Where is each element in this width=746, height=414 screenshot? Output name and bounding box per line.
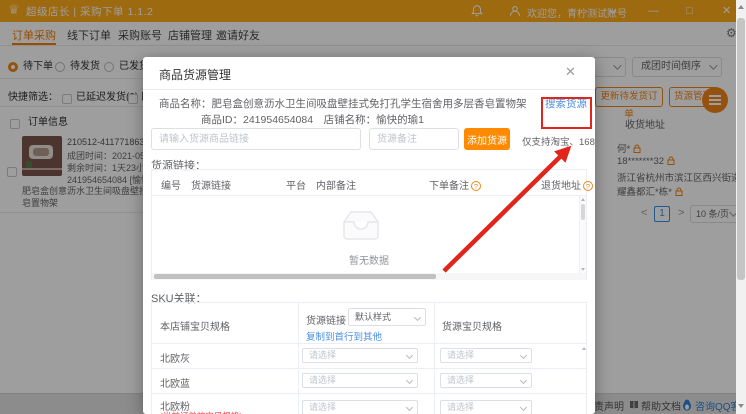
source-table: 编号 货源链接 平台 内部备注 下单备注? 退货地址? 暂无数据 (151, 169, 587, 280)
sku-source-select[interactable]: 请选择 (302, 400, 418, 414)
sku-source-select[interactable]: 请选择 (302, 348, 418, 363)
sku-col-source-link: 货源链接 (306, 312, 346, 327)
copy-to-rows-link[interactable]: 复制到首行到其他 (306, 329, 382, 343)
divider (434, 303, 435, 414)
scroll-down-icon[interactable] (738, 404, 744, 408)
question-icon[interactable]: ? (471, 181, 481, 191)
window-scrollbar[interactable] (736, 0, 746, 414)
chevron-down-icon (406, 377, 413, 384)
sku-col-source-spec: 货源宝贝规格 (442, 318, 502, 333)
source-link-input[interactable] (151, 128, 361, 150)
modal-title: 商品货源管理 (159, 66, 231, 83)
scroll-down-icon[interactable] (581, 268, 585, 271)
col-platform: 平台 (286, 177, 306, 192)
style-select[interactable]: 默认样式 (348, 308, 426, 326)
search-source-link[interactable]: 搜索货源 (545, 96, 587, 111)
support-hint: 仅支持淘宝、1688 (522, 134, 595, 148)
table-vertical-scrollbar[interactable] (579, 196, 586, 273)
sku-spec-select[interactable]: 请选择 (440, 400, 532, 414)
product-meta-line: 商品ID：241954654084 店铺名称：愉快的瑜1 (201, 112, 424, 127)
chevron-down-icon (406, 404, 413, 411)
col-return-address: 退货地址? (541, 177, 593, 192)
source-remark-input[interactable] (369, 128, 459, 150)
scroll-up-icon[interactable] (581, 198, 585, 201)
app-window: ♛ 超级店长 | 采购下单 1.1.2 欢迎您，青柠测试账号 — □ ✕ 订单采… (0, 0, 746, 414)
chevron-down-icon (406, 352, 413, 359)
sku-table: 本店铺宝贝规格 货源链接 默认样式 复制到首行到其他 货源宝贝规格 北欧灰 请选… (151, 302, 587, 414)
current-spec-note: (当前订单的宝贝规格) (160, 410, 242, 414)
chevron-down-icon (520, 377, 527, 384)
scroll-up-icon[interactable] (738, 5, 744, 9)
divider (152, 195, 586, 196)
divider (152, 343, 586, 344)
table-horizontal-scrollbar[interactable] (152, 273, 586, 280)
modal-close-button[interactable]: ✕ (565, 64, 576, 80)
product-name-value: 肥皂盒创意沥水卫生间吸盘壁挂式免打孔学生宿舍用多层香皂置物架 (212, 98, 527, 110)
add-source-button[interactable]: 添加货源 (464, 128, 510, 150)
scrollbar-thumb[interactable] (154, 274, 436, 279)
style-select-value: 默认样式 (355, 312, 391, 322)
empty-text: 暂无数据 (152, 252, 586, 267)
divider (152, 393, 586, 394)
sku-source-select[interactable]: 请选择 (302, 373, 418, 388)
sku-spec-select[interactable]: 请选择 (440, 373, 532, 388)
product-name-line: 商品名称：肥皂盒创意沥水卫生间吸盘壁挂式免打孔学生宿舍用多层香皂置物架 (159, 96, 527, 111)
question-icon[interactable]: ? (583, 181, 593, 191)
col-order-remark: 下单备注? (429, 177, 481, 192)
col-source-link: 货源链接 (191, 177, 231, 192)
chevron-down-icon (520, 352, 527, 359)
chevron-down-icon (520, 404, 527, 411)
empty-inbox-icon (338, 208, 384, 244)
col-internal-remark: 内部备注 (316, 177, 356, 192)
scroll-up-icon[interactable] (582, 347, 586, 350)
scrollbar-thumb[interactable] (581, 204, 585, 220)
sku-row-spec: 北欧蓝 (160, 375, 190, 390)
chevron-down-icon (414, 314, 421, 321)
col-index: 编号 (161, 177, 181, 192)
sku-col-shop-spec: 本店铺宝贝规格 (160, 318, 230, 333)
modal-header: 商品货源管理 ✕ (143, 57, 595, 90)
source-manage-modal: 商品货源管理 ✕ 商品名称：肥皂盒创意沥水卫生间吸盘壁挂式免打孔学生宿舍用多层香… (143, 57, 595, 414)
scrollbar-thumb[interactable] (737, 18, 745, 280)
divider (152, 368, 586, 369)
sku-spec-select[interactable]: 请选择 (440, 348, 532, 363)
sku-row-spec: 北欧灰 (160, 350, 190, 365)
divider (298, 303, 299, 414)
